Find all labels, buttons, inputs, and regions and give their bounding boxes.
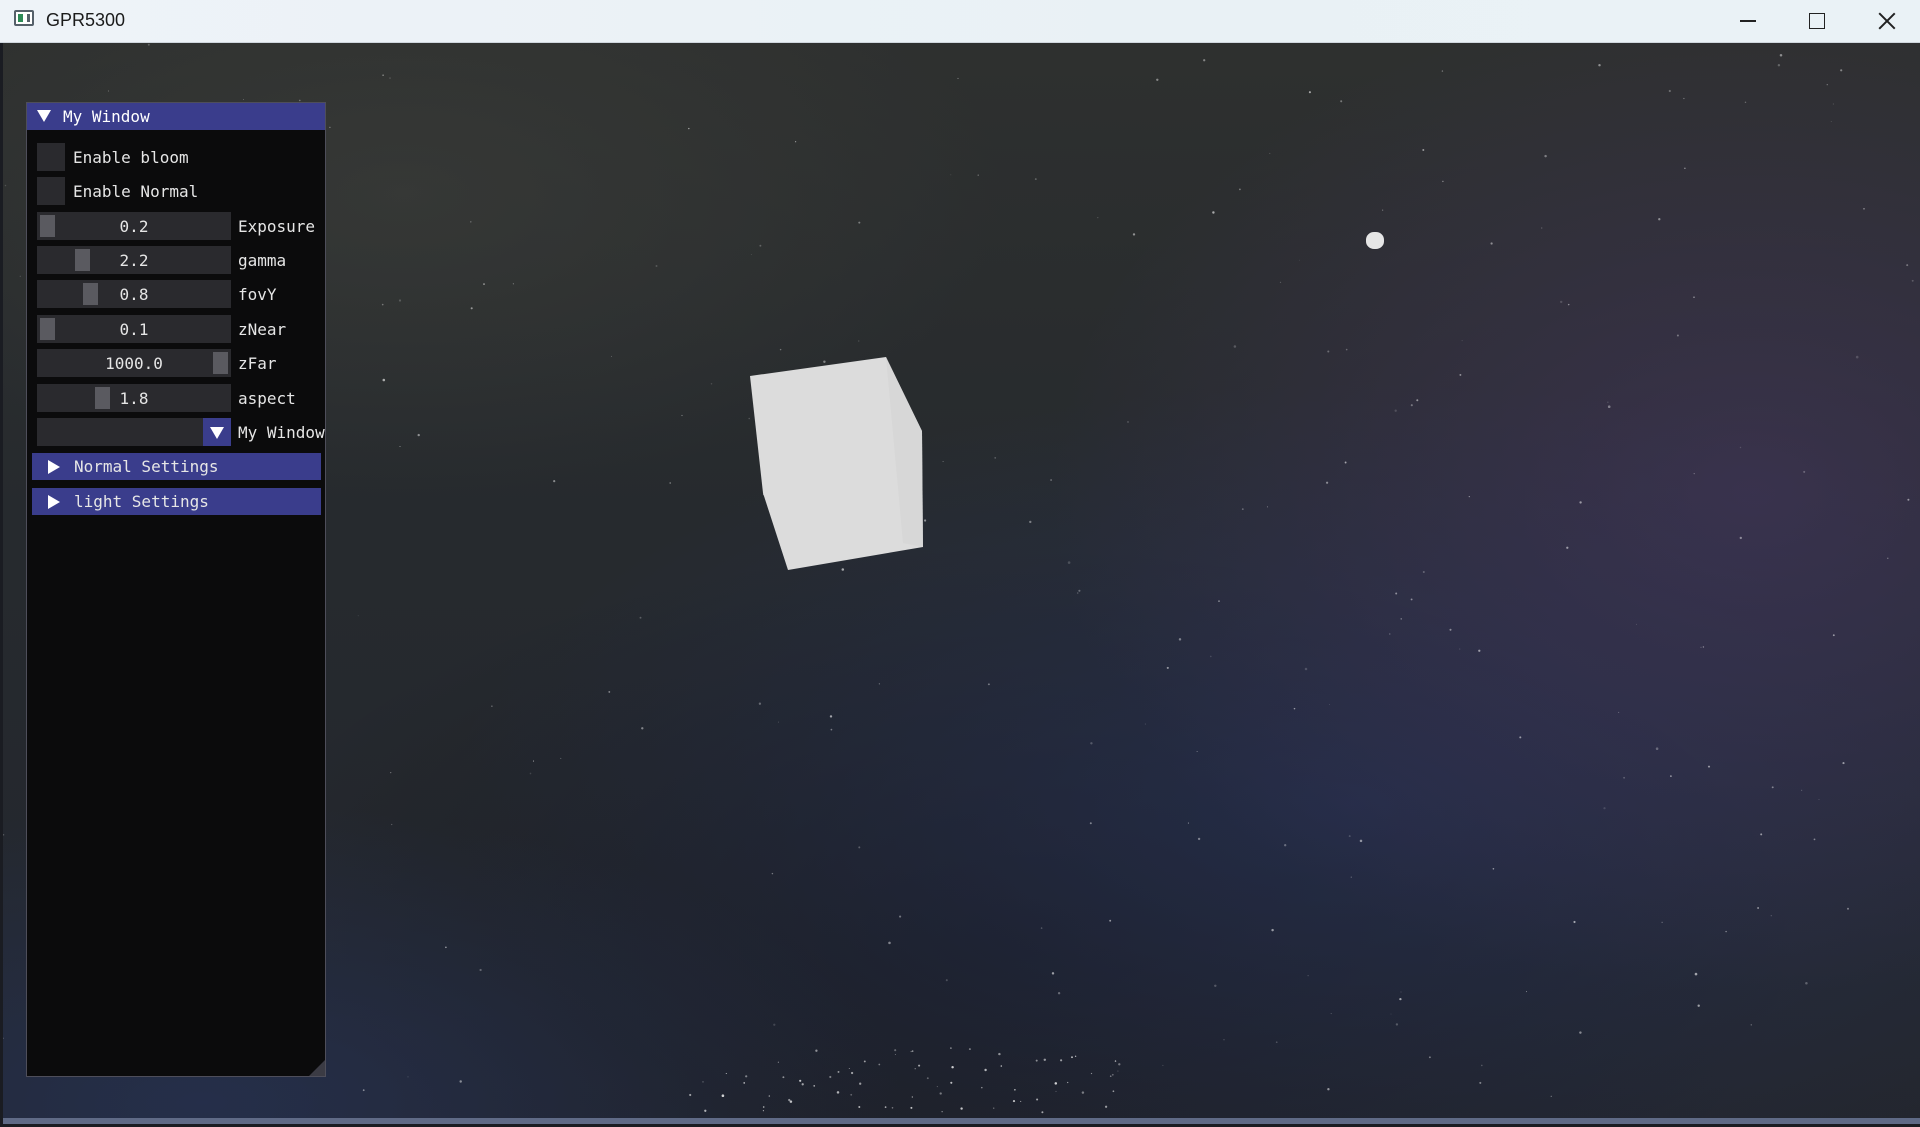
tree-node-label: Normal Settings xyxy=(74,457,219,476)
znear-slider[interactable]: 0.1 xyxy=(37,315,231,343)
app-icon xyxy=(14,10,34,26)
aspect-slider[interactable]: 1.8 xyxy=(37,384,231,412)
window-combo[interactable] xyxy=(37,418,231,446)
panel-title: My Window xyxy=(63,107,150,126)
resize-grip[interactable] xyxy=(309,1060,325,1076)
zfar-slider[interactable]: 1000.0 xyxy=(37,349,231,377)
bottom-edge xyxy=(3,1118,1920,1124)
close-button[interactable] xyxy=(1852,0,1920,42)
gamma-slider[interactable]: 2.2 xyxy=(37,246,231,274)
collapse-arrow-icon[interactable] xyxy=(37,110,51,122)
light-source xyxy=(1366,232,1384,249)
imgui-window[interactable]: My Window Enable bloom Enable Normal 0.2… xyxy=(26,102,326,1077)
checkbox-label: Enable Normal xyxy=(73,182,199,201)
chevron-right-icon xyxy=(48,460,60,474)
slider-label: gamma xyxy=(238,251,287,270)
slider-value: 2.2 xyxy=(119,251,149,270)
maximize-icon xyxy=(1809,13,1825,29)
normal-checkbox[interactable] xyxy=(37,177,65,205)
slider-label: aspect xyxy=(238,389,296,408)
slider-value: 0.1 xyxy=(119,320,149,339)
panel-header[interactable]: My Window xyxy=(27,103,325,130)
fovy-slider[interactable]: 0.8 xyxy=(37,280,231,308)
slider-value: 0.2 xyxy=(119,217,149,236)
slider-label: fovY xyxy=(238,285,277,304)
slider-label: Exposure xyxy=(238,217,316,236)
tree-node-label: light Settings xyxy=(74,492,209,511)
maximize-button[interactable] xyxy=(1782,0,1852,42)
render-viewport[interactable]: My Window Enable bloom Enable Normal 0.2… xyxy=(3,43,1920,1124)
minimize-icon xyxy=(1740,20,1756,22)
close-icon xyxy=(1878,12,1896,30)
slider-label: zFar xyxy=(238,354,277,373)
chevron-down-icon[interactable] xyxy=(203,418,231,446)
tree-node-normal-settings[interactable]: Normal Settings xyxy=(32,453,321,480)
bloom-checkbox[interactable] xyxy=(37,143,65,171)
window-title: GPR5300 xyxy=(46,10,126,30)
checkbox-label: Enable bloom xyxy=(73,148,189,167)
exposure-slider[interactable]: 0.2 xyxy=(37,212,231,240)
slider-value: 0.8 xyxy=(119,285,149,304)
slider-label: zNear xyxy=(238,320,287,339)
title-bar[interactable]: GPR5300 xyxy=(0,0,1920,43)
combo-label: My Window xyxy=(238,423,325,442)
minimize-button[interactable] xyxy=(1713,0,1783,42)
tree-node-light-settings[interactable]: light Settings xyxy=(32,488,321,515)
chevron-right-icon xyxy=(48,495,60,509)
slider-value: 1000.0 xyxy=(105,354,163,373)
slider-value: 1.8 xyxy=(119,389,149,408)
